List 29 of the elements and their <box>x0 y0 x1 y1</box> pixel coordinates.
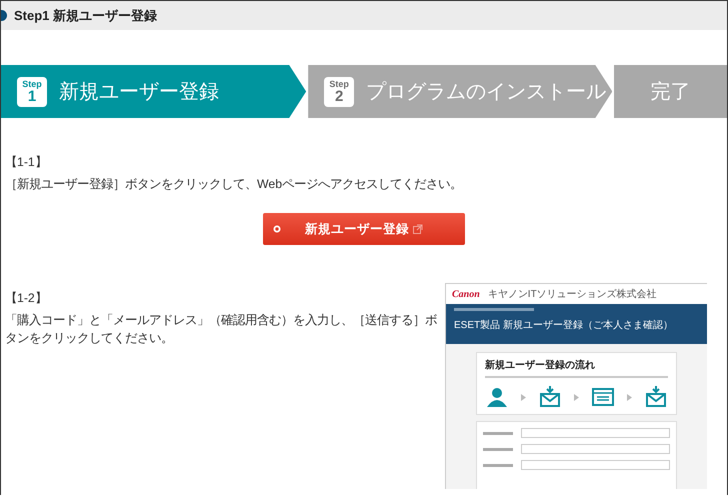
step-number: 2 <box>334 88 344 104</box>
step-heading: 【1-1】 <box>5 154 48 171</box>
person-icon <box>485 385 509 409</box>
external-link-icon <box>413 224 423 234</box>
step-label: プログラムのインストール <box>366 80 606 105</box>
text-line <box>483 432 513 434</box>
step-heading: 【1-2】 <box>5 290 48 307</box>
section-title: Step1 新規ユーザー登録 <box>14 6 158 24</box>
triangle-icon <box>627 394 632 400</box>
envelope-icon <box>644 385 668 409</box>
triangle-icon <box>574 394 579 400</box>
instruction-text: ［新規ユーザー登録］ボタンをクリックして、Webページへアクセスしてください。 <box>5 176 464 193</box>
instruction-text: 「購入コード」と「メールアドレス」（確認用含む）を入力し、［送信する］ボタンをクリックしてください。 <box>5 312 438 347</box>
banner-title: ESET製品 新規ユーザー登録（ご本人さま確認） <box>454 318 674 332</box>
step-label: 新規ユーザー登録 <box>59 80 219 105</box>
triangle-icon <box>521 394 526 400</box>
step-number: 1 <box>28 88 36 104</box>
company-name: キヤノンITソリューションズ株式会社 <box>488 288 657 301</box>
step-label: 完了 <box>650 80 691 105</box>
card-title: 新規ユーザー登録の流れ <box>485 358 596 372</box>
ring-icon <box>273 225 281 233</box>
envelope-icon <box>538 385 562 409</box>
text-line <box>483 464 513 466</box>
register-button[interactable]: 新規ユーザー登録 <box>263 213 465 245</box>
brand-logo: Canon <box>452 288 480 300</box>
browser-window-icon <box>591 385 615 409</box>
step-badge-label: Step <box>22 80 42 88</box>
text-line <box>483 448 513 450</box>
step-badge-label: Step <box>329 80 349 88</box>
